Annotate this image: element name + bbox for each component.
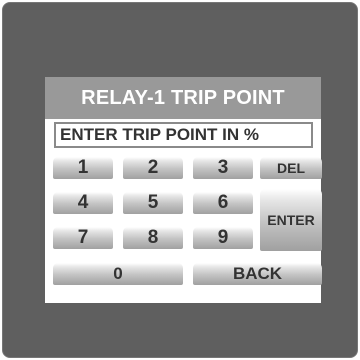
key-5[interactable]: 5	[123, 192, 183, 214]
delete-button[interactable]: DEL	[260, 157, 322, 179]
display-screen: RELAY-1 TRIP POINT ENTER TRIP POINT IN %…	[45, 77, 322, 303]
key-9[interactable]: 9	[193, 227, 253, 249]
key-7[interactable]: 7	[53, 227, 113, 249]
key-1[interactable]: 1	[53, 157, 113, 179]
device-bezel: RELAY-1 TRIP POINT ENTER TRIP POINT IN %…	[2, 2, 358, 358]
key-8[interactable]: 8	[123, 227, 183, 249]
key-0[interactable]: 0	[53, 263, 183, 285]
key-3[interactable]: 3	[193, 157, 253, 179]
key-6[interactable]: 6	[193, 192, 253, 214]
back-button[interactable]: BACK	[193, 263, 322, 285]
key-2[interactable]: 2	[123, 157, 183, 179]
screen-title: RELAY-1 TRIP POINT	[45, 77, 321, 119]
trip-point-input[interactable]: ENTER TRIP POINT IN %	[54, 122, 313, 148]
key-4[interactable]: 4	[53, 192, 113, 214]
enter-button[interactable]: ENTER	[260, 189, 322, 251]
